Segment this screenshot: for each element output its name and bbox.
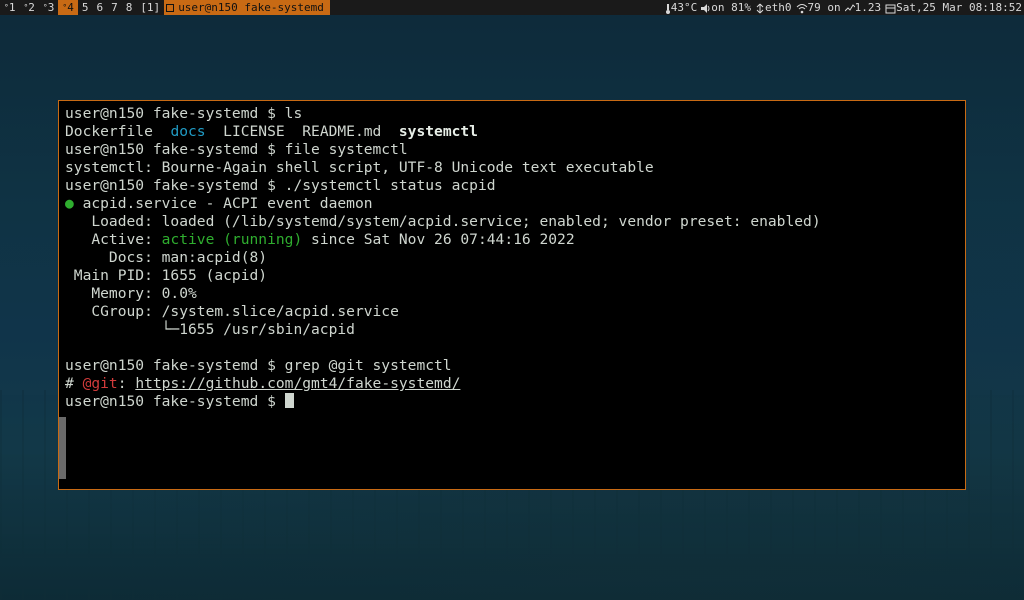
wifi: 79 on [796,0,841,15]
window-indicator-icon [166,4,174,12]
workspace-switcher[interactable]: °1°2°3°45678[1] [0,0,164,15]
temperature: 43°C [665,0,698,15]
workspace-8[interactable]: 8 [122,0,137,15]
workspace-5[interactable]: 5 [78,0,93,15]
workspace-6[interactable]: 6 [92,0,107,15]
window-title-text: user@n150 fake-systemd [178,0,324,15]
desktop-background: °1°2°3°45678[1] user@n150 fake-systemd 4… [0,0,1024,600]
workspace-4[interactable]: °4 [58,0,77,15]
workspace-3[interactable]: °3 [39,0,58,15]
workspace-1[interactable]: °1 [0,0,19,15]
load-average: 1.23 [845,0,882,15]
status-right: 43°C on 81% eth0 79 on 1.23 Sat,25 Mar 0… [665,0,1024,15]
window-title[interactable]: user@n150 fake-systemd [164,0,330,15]
terminal-content[interactable]: user@n150 fake-systemd $ ls Dockerfile d… [65,105,959,411]
terminal-window[interactable]: user@n150 fake-systemd $ ls Dockerfile d… [58,100,966,490]
terminal-cursor [285,393,294,408]
workspace-1[interactable]: [1] [136,0,164,15]
status-bar: °1°2°3°45678[1] user@n150 fake-systemd 4… [0,0,1024,15]
workspace-7[interactable]: 7 [107,0,122,15]
net-interface: eth0 [755,0,792,15]
clock: Sat,25 Mar 08:18:52 [885,0,1022,15]
terminal-scrollbar[interactable] [59,417,66,479]
repo-url[interactable]: https://github.com/gmt4/fake-systemd/ [135,375,460,392]
volume: on 81% [701,0,751,15]
workspace-2[interactable]: °2 [19,0,38,15]
